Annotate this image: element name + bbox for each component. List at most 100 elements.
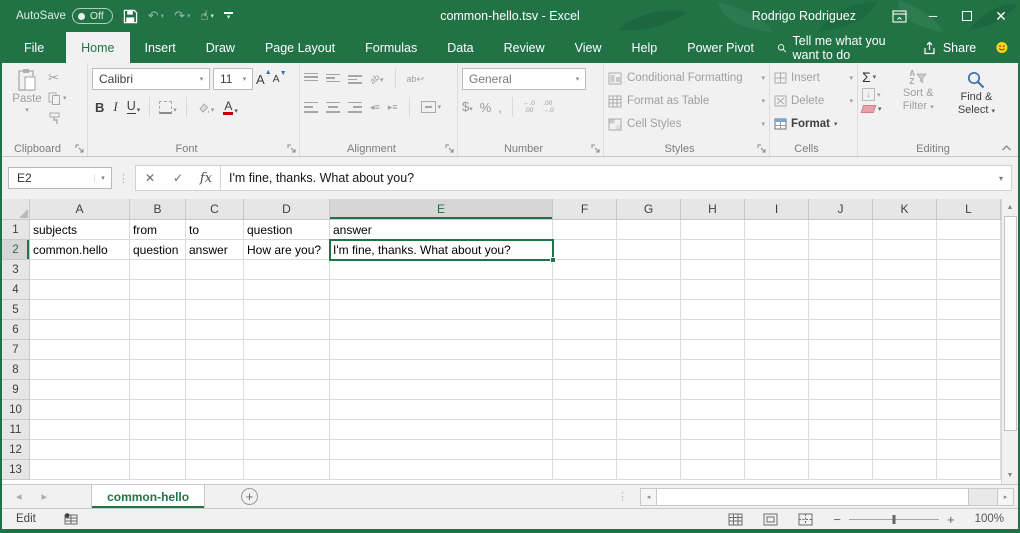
cell-A6[interactable] xyxy=(30,320,130,340)
cell-D8[interactable] xyxy=(244,360,330,380)
find-select-button[interactable]: Find &Select ▾ xyxy=(949,68,1004,140)
cell-J6[interactable] xyxy=(809,320,873,340)
cell-F2[interactable] xyxy=(553,240,617,260)
cell-F9[interactable] xyxy=(553,380,617,400)
scroll-up-icon[interactable]: ▲ xyxy=(1002,199,1018,216)
row-header-3[interactable]: 3 xyxy=(2,260,30,280)
cell-E12[interactable] xyxy=(330,440,553,460)
cell-B6[interactable] xyxy=(130,320,186,340)
cell-I11[interactable] xyxy=(745,420,809,440)
tab-insert[interactable]: Insert xyxy=(130,32,191,63)
cell-L6[interactable] xyxy=(937,320,1001,340)
row-header-1[interactable]: 1 xyxy=(2,220,30,240)
expand-formula-bar-icon[interactable]: ▾ xyxy=(991,174,1011,183)
tab-formulas[interactable]: Formulas xyxy=(350,32,432,63)
cell-B10[interactable] xyxy=(130,400,186,420)
cell-K13[interactable] xyxy=(873,460,937,480)
cell-A8[interactable] xyxy=(30,360,130,380)
cell-K10[interactable] xyxy=(873,400,937,420)
cell-A12[interactable] xyxy=(30,440,130,460)
row-header-12[interactable]: 12 xyxy=(2,440,30,460)
cell-I10[interactable] xyxy=(745,400,809,420)
cell-J5[interactable] xyxy=(809,300,873,320)
cell-F13[interactable] xyxy=(553,460,617,480)
cell-H6[interactable] xyxy=(681,320,745,340)
cell-I2[interactable] xyxy=(745,240,809,260)
zoom-slider-thumb[interactable] xyxy=(892,515,895,524)
column-header-B[interactable]: B xyxy=(130,199,186,220)
column-header-E[interactable]: E xyxy=(330,199,553,220)
cell-C12[interactable] xyxy=(186,440,244,460)
cell-L2[interactable] xyxy=(937,240,1001,260)
font-dialog-launcher-icon[interactable] xyxy=(287,144,296,153)
cell-I8[interactable] xyxy=(745,360,809,380)
zoom-out-button[interactable]: − xyxy=(833,512,841,527)
cell-B1[interactable]: from xyxy=(130,220,186,240)
clear-dropdown-icon[interactable]: ▾ xyxy=(878,105,882,113)
close-button[interactable]: ✕ xyxy=(984,0,1018,32)
cell-D6[interactable] xyxy=(244,320,330,340)
cell-J9[interactable] xyxy=(809,380,873,400)
alignment-dialog-launcher-icon[interactable] xyxy=(445,144,454,153)
increase-font-size-button[interactable]: A▲ xyxy=(256,72,270,87)
ribbon-display-options-button[interactable] xyxy=(882,0,916,32)
find-select-dropdown-icon[interactable]: ▾ xyxy=(991,108,995,115)
cell-J11[interactable] xyxy=(809,420,873,440)
cell-F12[interactable] xyxy=(553,440,617,460)
normal-view-icon[interactable] xyxy=(728,513,743,526)
cell-E1[interactable]: answer xyxy=(330,220,553,240)
new-sheet-button[interactable]: + xyxy=(241,488,258,505)
column-header-I[interactable]: I xyxy=(745,199,809,220)
cell-C3[interactable] xyxy=(186,260,244,280)
cell-E8[interactable] xyxy=(330,360,553,380)
cell-D11[interactable] xyxy=(244,420,330,440)
cell-D4[interactable] xyxy=(244,280,330,300)
cell-D1[interactable]: question xyxy=(244,220,330,240)
column-header-C[interactable]: C xyxy=(186,199,244,220)
cell-L8[interactable] xyxy=(937,360,1001,380)
cell-H12[interactable] xyxy=(681,440,745,460)
cell-A7[interactable] xyxy=(30,340,130,360)
cell-C10[interactable] xyxy=(186,400,244,420)
cell-C11[interactable] xyxy=(186,420,244,440)
cell-H4[interactable] xyxy=(681,280,745,300)
tab-page-layout[interactable]: Page Layout xyxy=(250,32,350,63)
horizontal-scroll-thumb[interactable] xyxy=(657,488,969,506)
cell-L7[interactable] xyxy=(937,340,1001,360)
cell-J10[interactable] xyxy=(809,400,873,420)
cell-I4[interactable] xyxy=(745,280,809,300)
select-all-corner[interactable] xyxy=(2,199,30,220)
cell-B2[interactable]: question xyxy=(130,240,186,260)
cell-K7[interactable] xyxy=(873,340,937,360)
cell-L3[interactable] xyxy=(937,260,1001,280)
cell-J8[interactable] xyxy=(809,360,873,380)
cell-H1[interactable] xyxy=(681,220,745,240)
cell-A4[interactable] xyxy=(30,280,130,300)
autosum-dropdown-icon[interactable]: ▾ xyxy=(873,73,877,81)
column-header-G[interactable]: G xyxy=(617,199,681,220)
number-dialog-launcher-icon[interactable] xyxy=(591,144,600,153)
autosum-button[interactable]: Σ▾ xyxy=(862,70,888,84)
collapse-ribbon-icon[interactable] xyxy=(1001,144,1012,152)
column-header-D[interactable]: D xyxy=(244,199,330,220)
zoom-percentage[interactable]: 100% xyxy=(975,513,1004,525)
cell-E7[interactable] xyxy=(330,340,553,360)
cell-F11[interactable] xyxy=(553,420,617,440)
horizontal-scrollbar[interactable]: ◂ ▸ xyxy=(640,488,1014,506)
cell-K8[interactable] xyxy=(873,360,937,380)
cell-F3[interactable] xyxy=(553,260,617,280)
cell-G5[interactable] xyxy=(617,300,681,320)
underline-dropdown-icon[interactable]: ▾ xyxy=(137,106,141,114)
underline-button[interactable]: U▾ xyxy=(124,99,144,115)
cell-E4[interactable] xyxy=(330,280,553,300)
cell-D9[interactable] xyxy=(244,380,330,400)
formula-input[interactable]: I'm fine, thanks. What about you? xyxy=(223,171,991,185)
tab-help[interactable]: Help xyxy=(617,32,673,63)
cell-F10[interactable] xyxy=(553,400,617,420)
cell-B12[interactable] xyxy=(130,440,186,460)
row-header-2[interactable]: 2 xyxy=(2,240,30,260)
column-header-L[interactable]: L xyxy=(937,199,1001,220)
cell-J3[interactable] xyxy=(809,260,873,280)
cell-D12[interactable] xyxy=(244,440,330,460)
cell-C4[interactable] xyxy=(186,280,244,300)
